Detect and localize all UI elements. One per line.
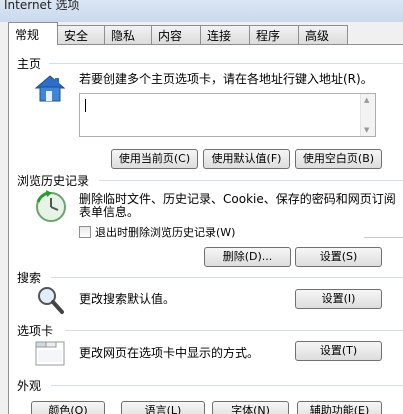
magnifier-icon — [38, 287, 64, 314]
history-group-title: 浏览历史记录 — [17, 174, 90, 188]
window-titlebar: Internet 选项 — [0, 0, 403, 22]
fonts-button[interactable]: 字体(N) — [212, 401, 289, 414]
tab-general[interactable]: 常规 — [8, 22, 58, 45]
tab-connections[interactable]: 连接 — [200, 25, 250, 44]
delete-history-button[interactable]: 删除(D)... — [204, 247, 291, 267]
house-icon — [34, 75, 66, 102]
general-tab-panel: 主页 若要创建多个主页选项卡，请在各地址行键入地址(R)。 ▲ ▼ 使用当前页(… — [8, 44, 403, 414]
delete-on-exit-label[interactable]: 退出时删除浏览历史记录(W) — [95, 224, 235, 240]
search-settings-button[interactable]: 设置(I) — [295, 289, 382, 309]
search-group-divider — [51, 277, 403, 278]
appearance-group-title: 外观 — [17, 379, 42, 393]
tab-content[interactable]: 内容 — [151, 25, 201, 44]
appearance-group-divider — [51, 385, 403, 386]
tabbed-window-icon — [35, 341, 65, 366]
address-scrollbar[interactable]: ▲ ▼ — [360, 94, 375, 136]
home-address-input[interactable]: ▲ ▼ — [79, 93, 376, 137]
window-title: Internet 选项 — [4, 0, 80, 12]
use-default-button[interactable]: 使用默认值(F) — [203, 149, 290, 169]
scroll-down-arrow-icon[interactable]: ▼ — [364, 126, 369, 134]
history-settings-button[interactable]: 设置(S) — [295, 247, 382, 267]
tab-strip: 常规 安全 隐私 内容 连接 程序 高级 — [8, 22, 403, 45]
use-current-button[interactable]: 使用当前页(C) — [111, 149, 198, 169]
use-blank-button[interactable]: 使用空白页(B) — [295, 149, 382, 169]
tabs-group-title: 选项卡 — [17, 324, 54, 338]
tabs-settings-button[interactable]: 设置(T) — [295, 341, 382, 361]
home-group-divider — [49, 63, 403, 64]
home-description: 若要创建多个主页选项卡，请在各地址行键入地址(R)。 — [79, 72, 373, 86]
search-description: 更改搜索默认值。 — [79, 292, 176, 306]
history-inner-divider — [364, 237, 403, 238]
tab-security[interactable]: 安全 — [57, 25, 105, 44]
history-description-line2: 表单信息。 — [79, 205, 140, 219]
tab-programs[interactable]: 程序 — [249, 25, 299, 44]
home-group-title: 主页 — [17, 57, 42, 71]
tabs-description: 更改网页在选项卡中显示的方式。 — [79, 346, 260, 360]
colors-button[interactable]: 颜色(O) — [31, 401, 105, 414]
search-group-title: 搜索 — [17, 271, 42, 285]
tab-advanced[interactable]: 高级 — [298, 25, 348, 44]
accessibility-button[interactable]: 辅助功能(E) — [297, 401, 382, 414]
languages-button[interactable]: 语言(L) — [121, 401, 205, 414]
scroll-up-arrow-icon[interactable]: ▲ — [364, 96, 369, 104]
text-caret — [85, 99, 86, 112]
clock-refresh-icon — [36, 190, 66, 222]
delete-on-exit-checkbox[interactable] — [79, 226, 91, 238]
tab-privacy[interactable]: 隐私 — [104, 25, 152, 44]
tabs-group-divider — [65, 330, 403, 331]
history-group-divider — [99, 180, 403, 181]
